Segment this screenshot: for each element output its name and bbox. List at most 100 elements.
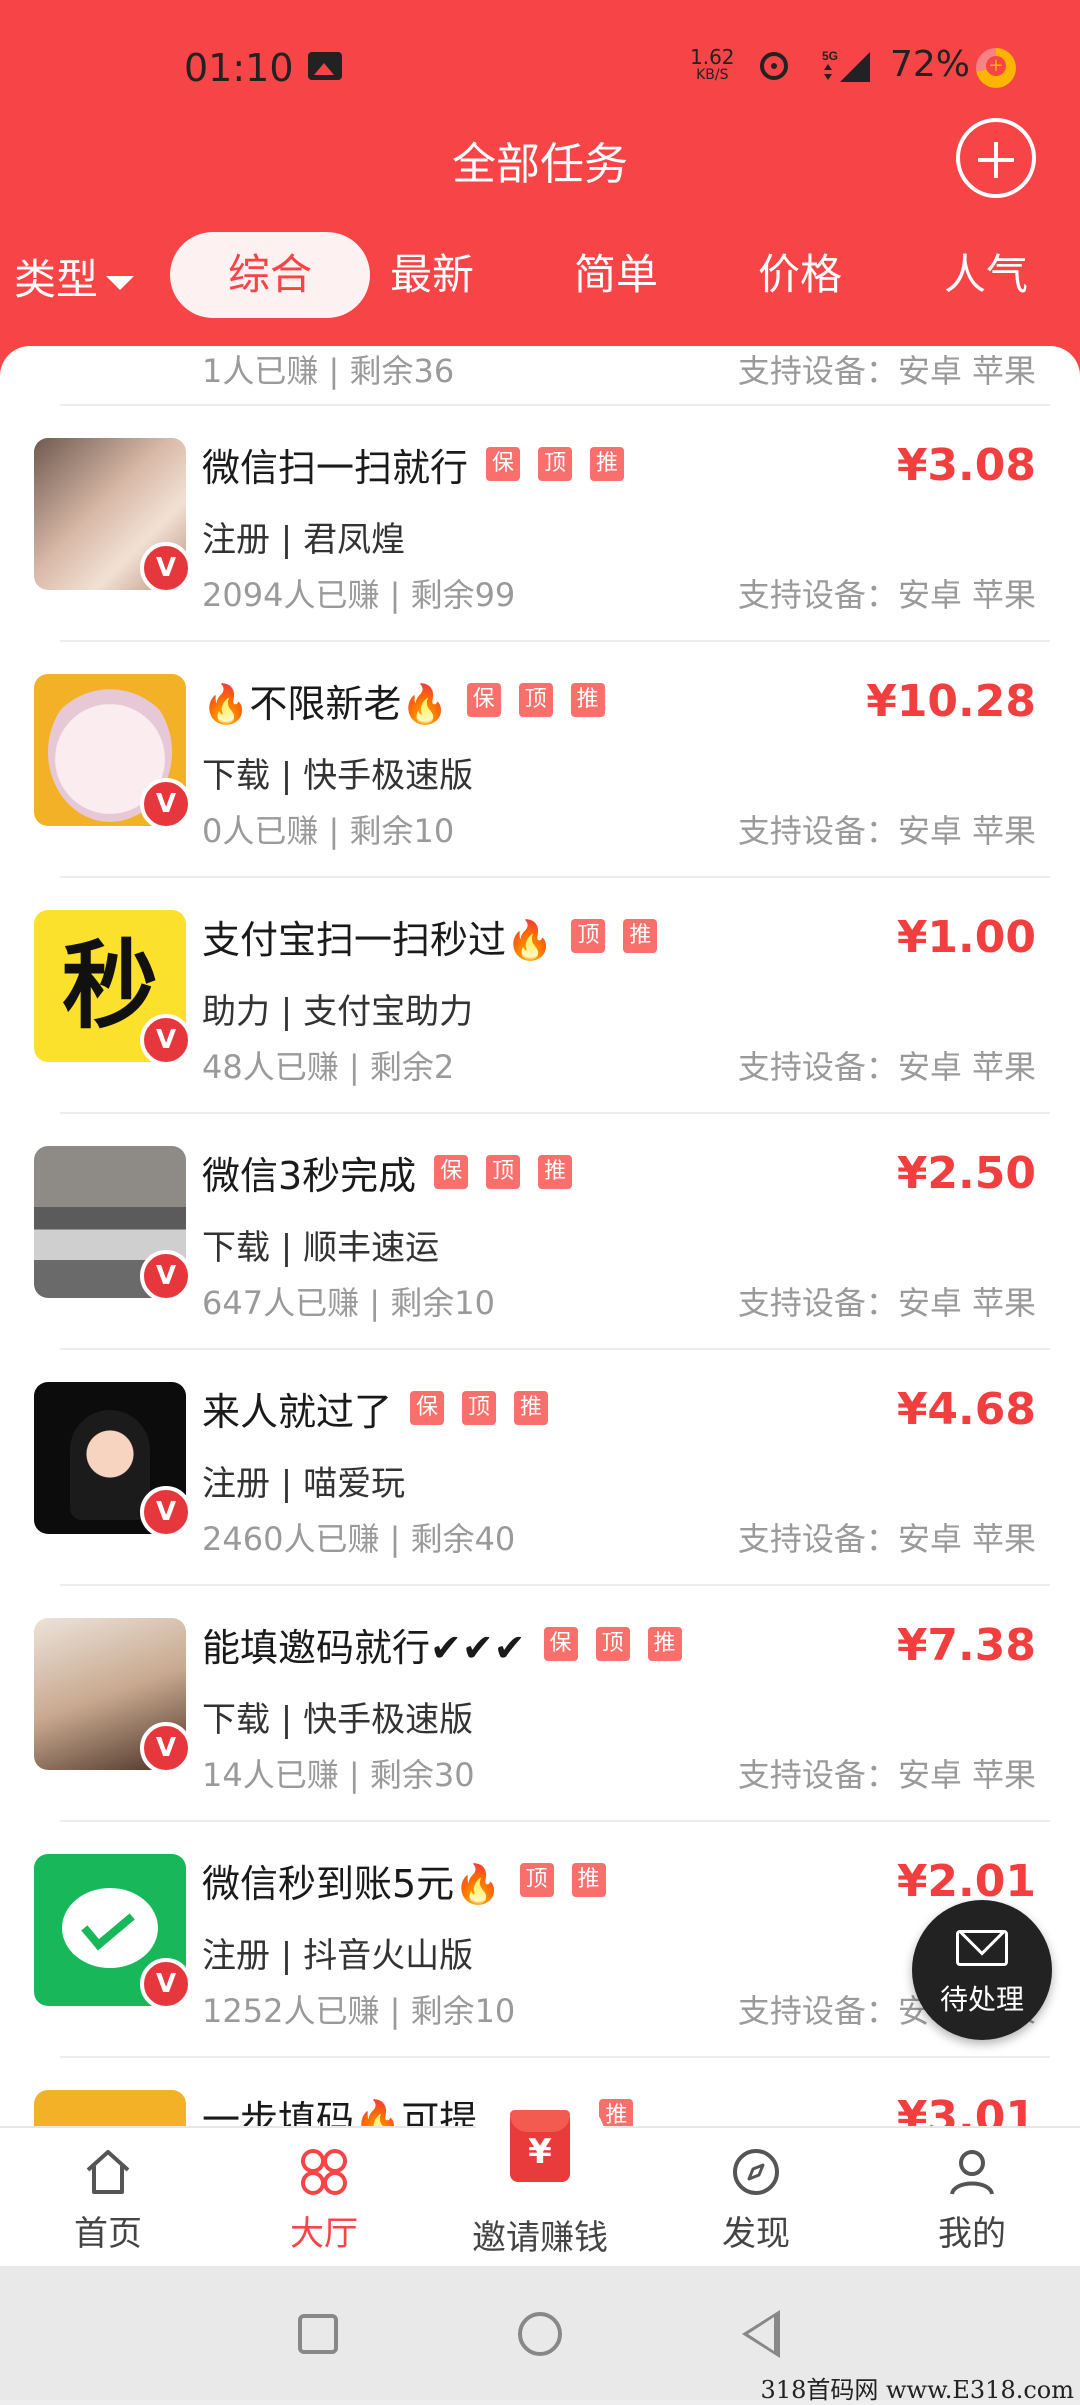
task-item[interactable]: V 来人就过了 保 顶 推 ¥4.68 注册 | 喵爱玩 2460人已赚 | 剩… [0, 1350, 1080, 1586]
tab-comprehensive[interactable]: 综合 [170, 232, 370, 318]
task-stats: 647人已赚 | 剩余10 [202, 1284, 495, 1322]
nav-discover-label: 发现 [722, 2214, 790, 2254]
task-item-partial[interactable]: 1人已赚 | 剩余36 支持设备：安卓 苹果 [0, 346, 1080, 404]
task-subtitle: 下载 | 顺丰速运 [202, 1228, 440, 1268]
tab-price[interactable]: 价格 [740, 232, 860, 318]
task-subtitle: 下载 | 快手极速版 [202, 1700, 474, 1740]
nav-profile-label: 我的 [938, 2214, 1006, 2254]
nav-home[interactable]: 首页 [0, 2128, 216, 2268]
task-item[interactable]: V 🔥不限新老🔥 保 顶 推 ¥10.28 下载 | 快手极速版 0人已赚 | … [0, 642, 1080, 878]
tag-recommend: 推 [647, 1627, 682, 1661]
task-support: 支持设备：安卓 苹果 [737, 812, 1036, 850]
task-item[interactable]: 秒 V 支付宝扫一扫秒过🔥 顶 推 ¥1.00 助力 | 支付宝助力 48人已赚… [0, 878, 1080, 1114]
task-title-line: 微信秒到账5元🔥 顶 推 [202, 1854, 606, 1906]
task-item[interactable]: V 能填邀码就行✔✔✔ 保 顶 推 ¥7.38 下载 | 快手极速版 14人已赚… [0, 1586, 1080, 1822]
tab-simple[interactable]: 简单 [556, 232, 676, 318]
task-thumbnail [34, 2090, 186, 2126]
nav-hall[interactable]: 大厅 [216, 2128, 432, 2268]
verified-badge-icon: V [140, 1014, 192, 1066]
task-title-line: 🔥不限新老🔥 保 顶 推 [202, 674, 605, 726]
task-subtitle: 注册 | 抖音火山版 [202, 1936, 474, 1976]
verified-badge-icon: V [140, 1958, 192, 2010]
home-button-icon[interactable] [518, 2312, 562, 2356]
user-icon [950, 2150, 994, 2195]
nav-discover[interactable]: 发现 [648, 2128, 864, 2268]
task-price: ¥4.68 [896, 1384, 1036, 1435]
task-stats: 2460人已赚 | 剩余40 [202, 1520, 516, 1558]
add-task-button[interactable] [956, 118, 1036, 198]
task-support: 支持设备：安卓 苹果 [737, 576, 1036, 614]
task-stats: 48人已赚 | 剩余2 [202, 1048, 455, 1086]
task-support: 支持设备：安卓 苹果 [737, 1048, 1036, 1086]
task-title: 🔥不限新老🔥 [202, 681, 449, 726]
task-title: 微信3秒完成 [202, 1153, 417, 1198]
nav-invite-label: 邀请赚钱 [472, 2218, 608, 2258]
task-price: ¥2.01 [896, 1856, 1036, 1907]
verified-badge-icon: V [140, 1250, 192, 1302]
task-price: ¥1.00 [896, 912, 1036, 963]
task-support: 支持设备：安卓 苹果 [737, 1520, 1036, 1558]
tag-top: 顶 [486, 1155, 521, 1189]
red-envelope-icon[interactable]: ¥ [510, 2110, 570, 2182]
tag-top: 顶 [595, 1627, 630, 1661]
verified-badge-icon: V [140, 1486, 192, 1538]
page-title: 全部任务 [452, 139, 628, 190]
task-support: 支持设备：安卓 苹果 [737, 1284, 1036, 1322]
tag-top: 顶 [538, 447, 573, 481]
mail-icon [956, 1930, 1008, 1966]
tag-recommend: 推 [538, 1155, 573, 1189]
task-support: 支持设备：安卓 苹果 [737, 352, 1036, 390]
verified-badge-icon: V [140, 778, 192, 830]
task-item[interactable]: V 微信扫一扫就行 保 顶 推 ¥3.08 注册 | 君凤煌 2094人已赚 |… [0, 406, 1080, 642]
status-bar: 01:10 1.62 KB/S 5G 72% [0, 0, 1080, 130]
task-price: ¥10.28 [866, 676, 1036, 727]
recent-apps-icon[interactable] [298, 2314, 338, 2354]
tag-recommend: 推 [599, 2099, 634, 2126]
tag-guarantee: 保 [434, 1155, 469, 1189]
task-support: 支持设备：安卓 苹果 [737, 1756, 1036, 1794]
task-price: ¥3.08 [896, 440, 1036, 491]
nav-hall-label: 大厅 [290, 2214, 358, 2254]
header-bar: 01:10 1.62 KB/S 5G 72% 全部任务 类型 综合 最新 简单 … [0, 0, 1080, 380]
task-item[interactable]: V 微信3秒完成 保 顶 推 ¥2.50 下载 | 顺丰速运 647人已赚 | … [0, 1114, 1080, 1350]
net-speed-value: 1.62 [690, 45, 735, 69]
status-time: 01:10 [184, 46, 294, 90]
yuan-symbol: ¥ [528, 2132, 552, 2172]
task-list: 1人已赚 | 剩余36 支持设备：安卓 苹果 V 微信扫一扫就行 保 顶 推 ¥… [0, 346, 1080, 2126]
nav-profile[interactable]: 我的 [864, 2128, 1080, 2268]
sort-tabs: 综合 最新 简单 价格 人气 [0, 232, 1080, 318]
tab-latest[interactable]: 最新 [372, 232, 492, 318]
back-icon[interactable] [742, 2310, 780, 2358]
task-price: ¥2.50 [896, 1148, 1036, 1199]
pending-label: 待处理 [939, 1983, 1024, 2016]
task-title: 支付宝扫一扫秒过🔥 [202, 917, 554, 962]
task-title: 一步填码🔥可提 [202, 2097, 478, 2127]
tag-guarantee: 保 [466, 683, 501, 717]
tab-popularity[interactable]: 人气 [926, 232, 1046, 318]
verified-badge-icon: V [140, 542, 192, 594]
task-subtitle: 下载 | 快手极速版 [202, 756, 474, 796]
nav-home-label: 首页 [74, 2214, 142, 2254]
task-title-line: 来人就过了 保 顶 推 [202, 1382, 549, 1434]
pending-tasks-button[interactable]: 待处理 [912, 1900, 1052, 2040]
network-type-label: 5G [822, 49, 838, 63]
task-subtitle: 注册 | 君凤煌 [202, 520, 406, 560]
task-stats: 2094人已赚 | 剩余99 [202, 576, 516, 614]
task-title: 微信秒到账5元🔥 [202, 1861, 502, 1906]
tag-recommend: 推 [514, 1391, 549, 1425]
tag-recommend: 推 [571, 1863, 606, 1897]
tag-guarantee: 保 [410, 1391, 445, 1425]
tag-top: 顶 [571, 919, 606, 953]
task-price: ¥7.38 [896, 1620, 1036, 1671]
tag-guarantee: 保 [543, 1627, 578, 1661]
hall-grid-icon [301, 2149, 347, 2195]
signal-5g-icon: 5G [822, 49, 870, 82]
task-title-line: 微信3秒完成 保 顶 推 [202, 1146, 573, 1198]
task-title: 微信扫一扫就行 [202, 445, 469, 490]
net-speed: 1.62 KB/S [690, 45, 735, 84]
task-title: 来人就过了 [202, 1389, 393, 1434]
tag-top: 顶 [518, 683, 553, 717]
home-icon [86, 2150, 130, 2194]
tag-top: 顶 [519, 1863, 554, 1897]
verified-badge-icon: V [140, 1722, 192, 1774]
